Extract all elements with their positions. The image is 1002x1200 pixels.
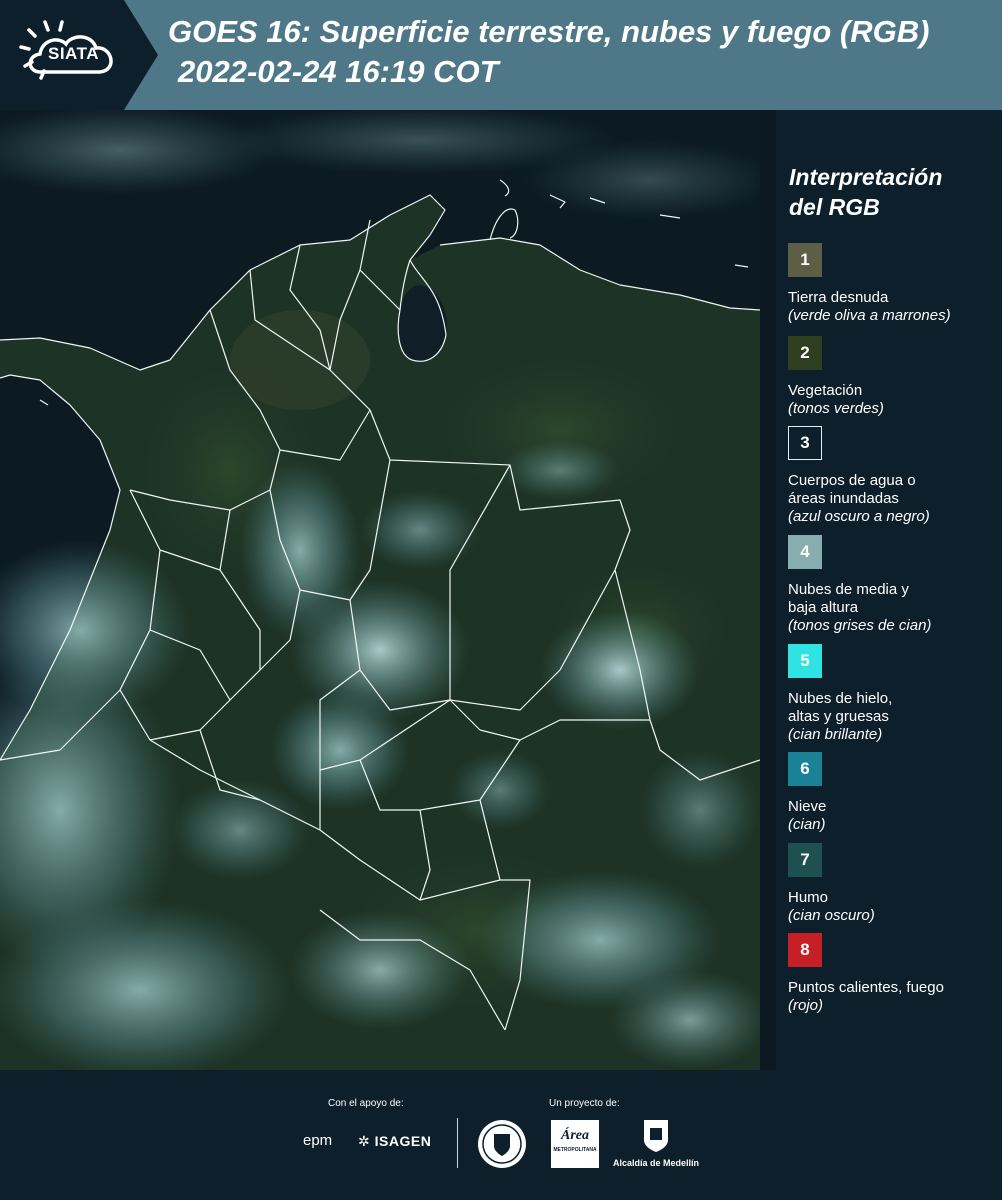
legend-swatch: 8 <box>788 933 822 967</box>
legend-item-label: Nubes de hielo, altas y gruesas <box>788 690 893 725</box>
map-edge-strip <box>760 110 776 1070</box>
legend-item-vegetation: 2 Vegetación (tonos verdes) <box>788 336 1000 418</box>
legend-item-ice-clouds: 5 Nubes de hielo, altas y gruesas (cian … <box>788 644 1000 744</box>
isagen-logo-text: ISAGEN <box>374 1133 432 1149</box>
legend-item-bare-land: 1 Tierra desnuda (verde oliva a marrones… <box>788 243 1000 325</box>
legend-item-label: Nieve <box>788 798 827 815</box>
siata-logo: SIATA <box>0 0 158 110</box>
coat-of-arms-icon <box>644 1120 668 1152</box>
legend-item-label: Puntos calientes, fuego <box>788 979 944 996</box>
legend-item-mid-low-clouds: 4 Nubes de media y baja altura (tonos gr… <box>788 535 1000 635</box>
satellite-image <box>0 110 760 1070</box>
isagen-mark-icon: ✲ <box>358 1133 371 1149</box>
legend-swatch: 3 <box>788 426 822 460</box>
legend-item-desc: (cian brillante) <box>788 726 883 743</box>
legend-swatch: 6 <box>788 752 822 786</box>
legend-swatch: 2 <box>788 336 822 370</box>
legend-swatch: 4 <box>788 535 822 569</box>
logo-text: SIATA <box>48 44 99 63</box>
page-title: GOES 16: Superficie terrestre, nubes y f… <box>168 14 930 49</box>
legend-swatch: 7 <box>788 843 822 877</box>
support-label: Con el apoyo de: <box>328 1098 404 1109</box>
area-logo-text: Área <box>561 1128 589 1143</box>
legend-title-line1: Interpretación <box>789 164 943 190</box>
university-seal-icon <box>478 1120 526 1168</box>
legend-item-desc: (verde oliva a marrones) <box>788 307 951 324</box>
legend-item-snow: 6 Nieve (cian) <box>788 752 1000 834</box>
legend-item-desc: (rojo) <box>788 997 824 1014</box>
project-label: Un proyecto de: <box>549 1098 620 1109</box>
legend-item-desc: (tonos grises de cian) <box>788 617 932 634</box>
area-metropolitana-logo: Área METROPOLITANA <box>551 1120 599 1168</box>
isagen-logo: ✲ ISAGEN <box>358 1133 431 1150</box>
alcaldia-logo: Alcaldía de Medellín <box>613 1158 700 1168</box>
epm-logo: epm <box>303 1132 333 1149</box>
legend-item-desc: (azul oscuro a negro) <box>788 508 930 525</box>
legend-title-line2: del RGB <box>789 194 880 220</box>
legend-panel: Interpretación del RGB 1 Tierra desnuda … <box>776 110 1002 1070</box>
legend-item-label: Cuerpos de agua o áreas inundadas <box>788 472 916 507</box>
area-logo-sub: METROPOLITANA <box>553 1147 597 1153</box>
legend-item-desc: (cian) <box>788 816 826 833</box>
legend-title: Interpretación del RGB <box>789 162 942 222</box>
legend-swatch: 5 <box>788 644 822 678</box>
legend-item-desc: (cian oscuro) <box>788 907 875 924</box>
legend-item-hotspots: 8 Puntos calientes, fuego (rojo) <box>788 933 1000 1015</box>
header: SIATA GOES 16: Superficie terrestre, nub… <box>0 0 1002 110</box>
legend-item-label: Tierra desnuda <box>788 289 889 306</box>
legend-item-label: Nubes de media y baja altura <box>788 581 909 616</box>
page-subtitle: 2022-02-24 16:19 COT <box>178 54 499 89</box>
footer-divider <box>457 1118 458 1168</box>
legend-item-water: 3 Cuerpos de agua o áreas inundadas (azu… <box>788 426 1000 526</box>
legend-swatch: 1 <box>788 243 822 277</box>
legend-item-desc: (tonos verdes) <box>788 400 884 417</box>
legend-item-label: Vegetación <box>788 382 863 399</box>
footer: Con el apoyo de: Un proyecto de: epm ✲ I… <box>0 1070 1002 1200</box>
legend-item-label: Humo <box>788 889 829 906</box>
satellite-map[interactable] <box>0 110 760 1070</box>
legend-item-smoke: 7 Humo (cian oscuro) <box>788 843 1000 925</box>
